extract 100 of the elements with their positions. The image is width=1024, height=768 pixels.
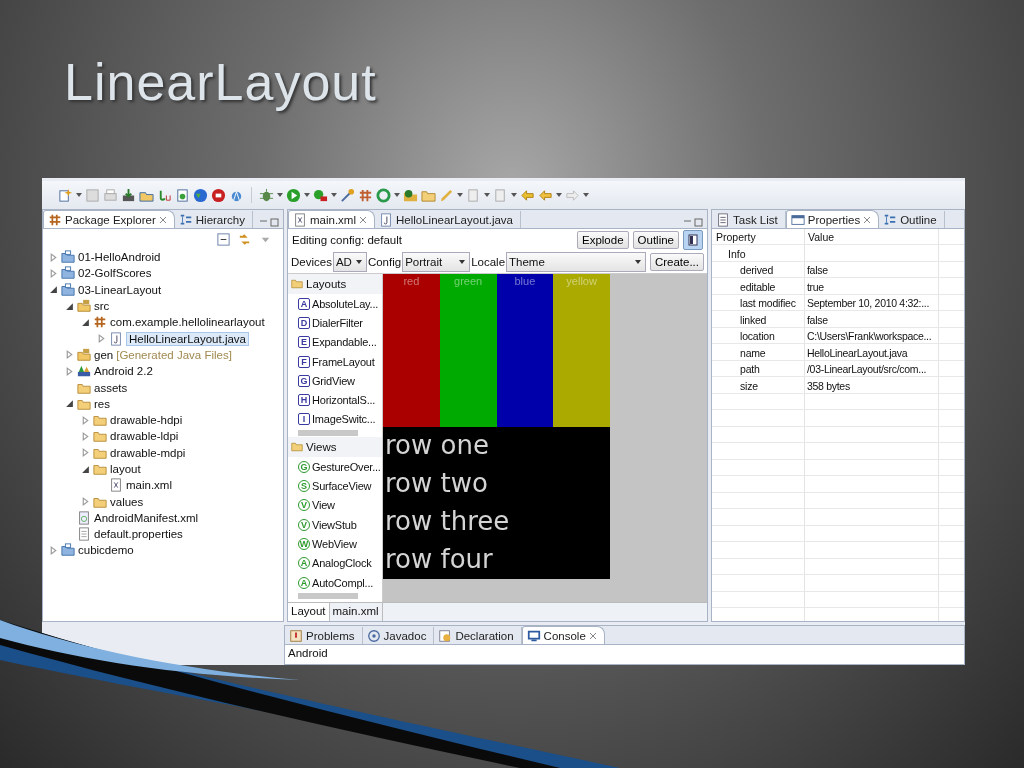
tree-item[interactable]: values	[110, 495, 144, 508]
panel-tab[interactable]: Javadoc	[362, 627, 435, 644]
palette-item[interactable]: AutoCompl...	[312, 576, 374, 589]
download-icon[interactable]	[121, 187, 136, 203]
expand-icon[interactable]	[81, 431, 90, 441]
bug-icon[interactable]	[259, 187, 274, 203]
panel-tab[interactable]: Hierarchy	[174, 211, 253, 228]
toolbar-button[interactable]: Explode	[577, 231, 629, 249]
tree-item[interactable]: assets	[94, 381, 128, 394]
tree-item[interactable]: layout	[110, 463, 141, 475]
refresh-icon[interactable]	[376, 187, 391, 203]
palette-item[interactable]: GridView	[312, 374, 355, 387]
collapse-icon[interactable]	[81, 317, 90, 327]
panel-tab[interactable]: main.xml	[288, 210, 375, 228]
collapse-all-icon[interactable]	[216, 232, 231, 247]
tree-item[interactable]: 03-LinearLayout	[78, 283, 162, 296]
close-icon[interactable]	[588, 631, 597, 640]
wizard-icon[interactable]	[340, 187, 355, 203]
new-class-icon[interactable]	[175, 187, 190, 203]
editor-tab[interactable]: Layout	[288, 603, 330, 621]
dropdown[interactable]: AD	[332, 252, 367, 272]
caret-icon[interactable]	[76, 193, 82, 197]
tree-item[interactable]: 01-HelloAndroid	[78, 251, 161, 264]
new-icon[interactable]	[58, 187, 73, 203]
expand-icon[interactable]	[49, 546, 58, 555]
caret-icon[interactable]	[583, 193, 589, 197]
caret-icon[interactable]	[556, 193, 562, 197]
palette-item[interactable]: WebView	[312, 537, 357, 550]
layout-toggle[interactable]	[683, 230, 703, 250]
expand-icon[interactable]	[97, 334, 106, 344]
collapse-icon[interactable]	[65, 399, 74, 409]
caret-icon[interactable]	[394, 193, 400, 197]
collapse-icon[interactable]	[65, 301, 74, 311]
palette-item[interactable]: FrameLayout	[312, 355, 375, 368]
palette-item[interactable]: SurfaceView	[312, 480, 372, 492]
panel-tab[interactable]: Declaration	[434, 627, 522, 644]
collapse-icon[interactable]	[81, 464, 90, 474]
caret-icon[interactable]	[304, 193, 310, 197]
column-header[interactable]: Property	[716, 231, 756, 243]
open-type-icon[interactable]	[403, 187, 418, 203]
tree-item[interactable]: AndroidManifest.xml	[94, 511, 199, 524]
tree-item[interactable]: HelloLinearLayout.java	[126, 331, 249, 346]
tree-item[interactable]: drawable-mdpi	[110, 446, 186, 459]
toolbar-button[interactable]: Outline	[632, 231, 679, 249]
expand-icon[interactable]	[65, 350, 74, 360]
caret-icon[interactable]	[457, 193, 463, 197]
close-icon[interactable]	[359, 215, 367, 224]
caret-icon[interactable]	[331, 193, 337, 197]
panel-tab[interactable]: Package Explorer	[43, 210, 175, 228]
panel-tab[interactable]: Properties	[785, 210, 880, 228]
tree-item[interactable]: main.xml	[126, 479, 172, 492]
panel-tab[interactable]: Problems	[285, 627, 363, 644]
collapse-icon[interactable]	[49, 285, 58, 295]
dropdown[interactable]: Portrait	[402, 252, 471, 272]
panel-tab[interactable]: Console	[521, 626, 605, 644]
panel-tab[interactable]: HelloLinearLayout.java	[375, 211, 521, 228]
tree-item[interactable]: 02-GolfScores	[78, 267, 152, 280]
tree-item[interactable]: gen	[94, 348, 114, 361]
palette-item[interactable]: ImageSwitc...	[312, 413, 376, 426]
tree-item[interactable]: res	[94, 397, 110, 410]
tree-item[interactable]: cubicdemo	[78, 544, 134, 557]
back-arrow-icon[interactable]	[520, 187, 535, 203]
editor-tab[interactable]: main.xml	[329, 603, 383, 621]
tree-item[interactable]: drawable-ldpi	[110, 430, 179, 443]
caret-icon[interactable]	[484, 193, 490, 197]
expand-icon[interactable]	[81, 448, 90, 458]
expand-icon[interactable]	[49, 268, 58, 278]
tree-item[interactable]: com.example.hellolinearlayout	[110, 316, 265, 329]
palette-item[interactable]: AbsoluteLay...	[312, 297, 379, 310]
caret-icon[interactable]	[511, 193, 517, 197]
close-icon[interactable]	[863, 215, 872, 224]
caret-icon[interactable]	[277, 193, 283, 197]
panel-tab[interactable]: Task List	[712, 211, 786, 228]
palette-item[interactable]: Expandable...	[312, 336, 377, 349]
close-icon[interactable]	[158, 215, 167, 224]
palette-item[interactable]: View	[312, 499, 335, 512]
tree-item[interactable]: src	[94, 300, 110, 313]
palette-item[interactable]: GestureOver...	[312, 460, 381, 473]
palette-item[interactable]: ViewStub	[312, 518, 357, 531]
create-button[interactable]: Create...	[649, 253, 704, 271]
tree-item[interactable]: Android 2.2	[94, 365, 153, 378]
grid-icon[interactable]	[358, 187, 373, 203]
stop-icon[interactable]	[211, 187, 226, 203]
panel-tab[interactable]: Outline	[879, 211, 945, 228]
globe-icon[interactable]	[193, 187, 208, 203]
link-icon[interactable]	[237, 232, 252, 247]
palette-item[interactable]: HorizontalS...	[312, 394, 376, 407]
column-header[interactable]: Value	[808, 231, 835, 243]
expand-icon[interactable]	[49, 252, 58, 262]
palette-item[interactable]: DialerFilter	[312, 316, 363, 329]
left-arrow-icon[interactable]	[538, 187, 553, 203]
palette-item[interactable]: AnalogClock	[312, 557, 372, 570]
expand-icon[interactable]	[65, 366, 74, 376]
run-config-icon[interactable]	[313, 187, 328, 203]
tree-item[interactable]: default.properties	[94, 528, 183, 541]
play-icon[interactable]	[286, 187, 301, 203]
expand-icon[interactable]	[81, 415, 90, 425]
tree-item[interactable]: drawable-hdpi	[110, 414, 183, 427]
dropdown[interactable]: Theme	[506, 252, 646, 272]
expand-icon[interactable]	[81, 497, 90, 507]
